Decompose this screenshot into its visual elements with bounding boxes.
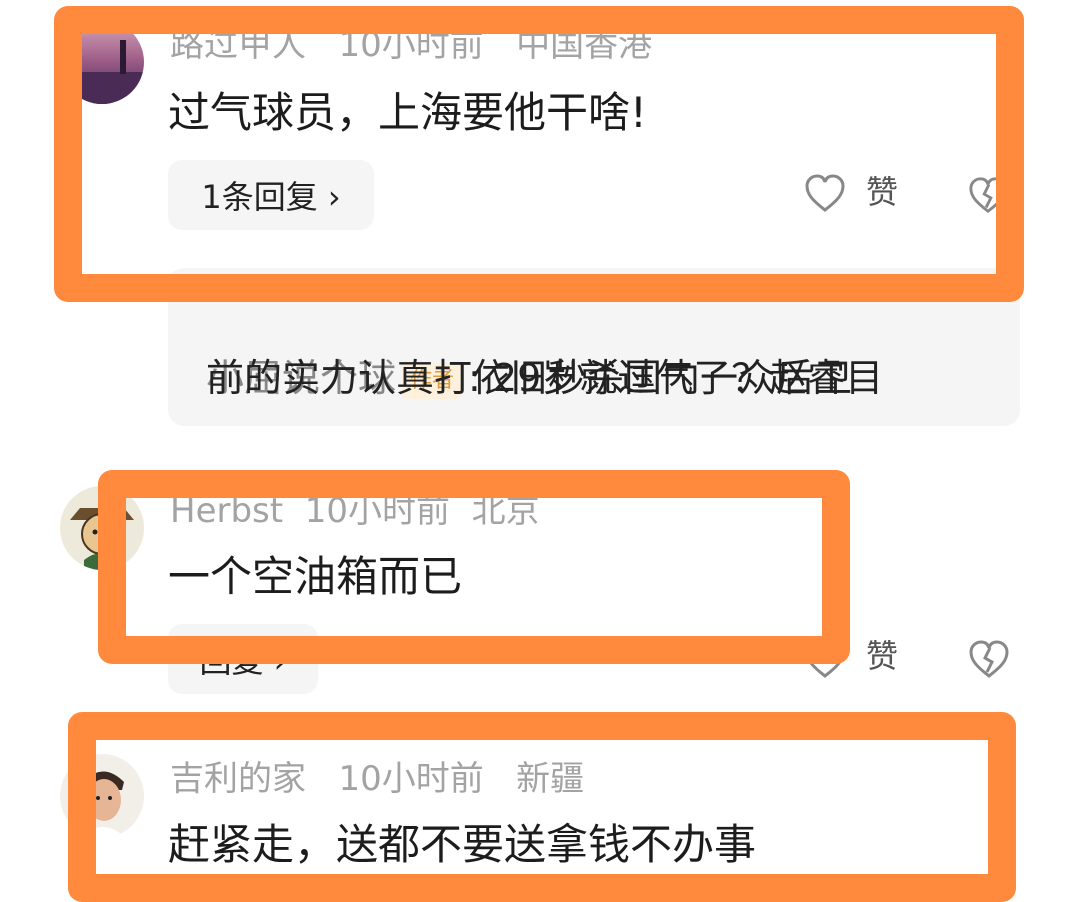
username[interactable]: 吉利的家: [170, 759, 306, 799]
comment-text: 一个空油箱而已: [168, 552, 463, 601]
timestamp: 10小时前: [338, 759, 484, 799]
like-label[interactable]: 赞: [866, 640, 898, 672]
timestamp: 10小时前: [338, 25, 484, 65]
avatar[interactable]: [60, 754, 144, 838]
location: 新疆: [516, 759, 585, 799]
username[interactable]: 路过甲人: [170, 25, 306, 65]
comment-text: 赶紧走，送都不要送拿钱不办事: [168, 820, 757, 869]
comment-text: 过气球员，上海要他干啥!: [168, 88, 647, 137]
cartoon-avatar-icon: [60, 486, 144, 570]
sunset-avatar-icon: [60, 20, 144, 104]
avatar[interactable]: [60, 20, 144, 104]
highlight-box-3: [68, 712, 1016, 902]
reply-button[interactable]: 回复 ›: [168, 624, 318, 694]
like-label[interactable]: 赞: [866, 176, 898, 208]
reply-count-button[interactable]: 1条回复 ›: [168, 160, 374, 230]
person-avatar-icon: [60, 754, 144, 838]
dislike-broken-heart-icon[interactable]: [968, 176, 1008, 216]
timestamp: 10小时前: [304, 491, 450, 531]
location: 北京: [471, 491, 540, 531]
username[interactable]: Herbst: [170, 491, 283, 531]
comment-meta: 路过甲人 10小时前 中国香港: [170, 28, 652, 62]
comment-meta: 吉利的家 10小时前 新疆: [170, 762, 584, 796]
location: 中国香港: [516, 25, 653, 65]
comment-meta: Herbst 10小时前 北京: [170, 494, 540, 528]
reply-line-2: 前的实力认真打依旧秒杀国内一众后卫: [206, 356, 853, 400]
heart-icon[interactable]: [804, 174, 846, 214]
dislike-broken-heart-icon[interactable]: [968, 640, 1010, 680]
heart-icon[interactable]: [804, 640, 846, 680]
avatar[interactable]: [60, 486, 144, 570]
